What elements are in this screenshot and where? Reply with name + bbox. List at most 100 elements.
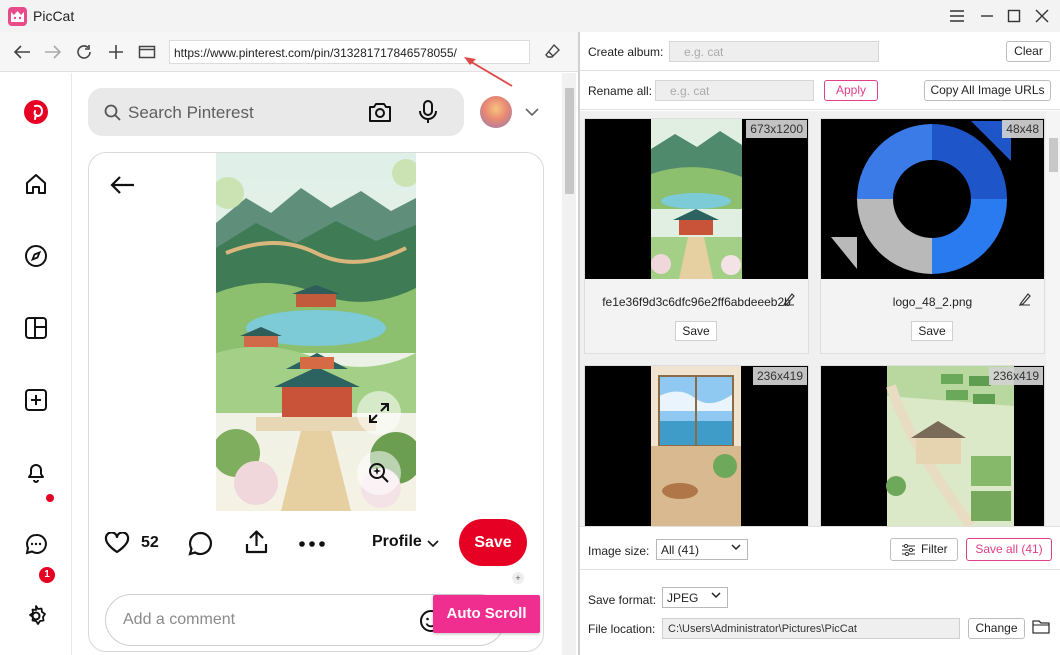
- save-format-select[interactable]: JPEG: [662, 587, 728, 608]
- visual-search-lens-icon[interactable]: [357, 451, 401, 495]
- image-dimensions: 236x419: [752, 367, 807, 385]
- tabs-icon[interactable]: [136, 41, 158, 63]
- divider: [580, 569, 1060, 570]
- edit-filename-icon[interactable]: [783, 292, 795, 306]
- file-location-label: File location:: [588, 622, 656, 636]
- filter-icon: [902, 544, 915, 556]
- expand-toggle-icon[interactable]: +: [512, 572, 524, 584]
- divider: [580, 526, 1060, 527]
- annotation-arrow: [464, 57, 513, 87]
- edit-filename-icon[interactable]: [1019, 292, 1031, 306]
- filter-label: Filter: [921, 542, 948, 556]
- messages-badge: 1: [39, 567, 55, 583]
- back-arrow-icon[interactable]: [109, 175, 135, 195]
- rename-all-label: Rename all:: [588, 84, 653, 98]
- image-thumbnail[interactable]: [821, 119, 1044, 279]
- boards-icon[interactable]: [21, 313, 51, 343]
- notification-dot: [46, 494, 54, 502]
- comment-icon[interactable]: [188, 531, 213, 556]
- image-tile[interactable]: 48x48 logo_48_2.png Save: [820, 118, 1045, 354]
- pin-actions: 52 Profile Save: [89, 515, 543, 571]
- image-thumbnail[interactable]: [821, 366, 1044, 526]
- save-format-value: JPEG: [667, 591, 699, 605]
- pin-card: 52 Profile Save Add a comment: [88, 152, 544, 652]
- home-icon[interactable]: [21, 169, 51, 199]
- microphone-icon[interactable]: [418, 99, 438, 125]
- explore-icon[interactable]: [21, 241, 51, 271]
- create-album-label: Create album:: [588, 45, 664, 59]
- image-size-select[interactable]: All (41): [656, 539, 748, 560]
- image-dimensions: 48x48: [1002, 120, 1043, 138]
- reload-icon[interactable]: [73, 41, 95, 63]
- minimize-icon[interactable]: [976, 6, 998, 26]
- piccat-logo-icon: [8, 7, 27, 26]
- profile-dropdown[interactable]: Profile: [372, 533, 422, 551]
- pinterest-search-input[interactable]: Search Pinterest: [88, 88, 464, 136]
- change-location-button[interactable]: Change: [968, 618, 1025, 639]
- image-filename: fe1e36f9d3c6dfc96e2ff6abdeeeb2b: [585, 295, 808, 309]
- apply-button[interactable]: Apply: [824, 80, 878, 101]
- image-dimensions: 673x1200: [746, 120, 807, 138]
- new-tab-icon[interactable]: [105, 41, 127, 63]
- image-dimensions: 236x419: [988, 367, 1043, 385]
- image-grid: 673x1200 fe1e36f9d3c6dfc96e2ff6abdeeeb2b…: [580, 111, 1060, 526]
- image-filename-text: fe1e36f9d3c6dfc96e2ff6abdeeeb2b: [602, 295, 791, 309]
- save-format-label: Save format:: [588, 593, 657, 607]
- menu-icon[interactable]: [946, 6, 968, 26]
- filter-button[interactable]: Filter: [890, 538, 958, 561]
- create-icon[interactable]: [21, 385, 51, 415]
- messages-icon[interactable]: [21, 529, 51, 559]
- share-icon[interactable]: [244, 529, 269, 555]
- image-tile[interactable]: 673x1200 fe1e36f9d3c6dfc96e2ff6abdeeeb2b…: [584, 118, 809, 354]
- search-placeholder: Search Pinterest: [128, 103, 254, 122]
- image-save-button[interactable]: Save: [675, 321, 717, 341]
- heart-icon[interactable]: [104, 532, 130, 554]
- piccat-app: PicCat https://www.pinterest.com/pin/313…: [0, 0, 1060, 655]
- auto-scroll-button[interactable]: Auto Scroll: [433, 595, 540, 633]
- image-thumbnail[interactable]: [585, 366, 808, 526]
- clear-button[interactable]: Clear: [1006, 41, 1051, 62]
- comment-placeholder: Add a comment: [123, 611, 236, 628]
- open-folder-icon[interactable]: [1032, 619, 1050, 634]
- divider: [580, 109, 1060, 110]
- image-grid-scroll-thumb[interactable]: [1049, 138, 1058, 172]
- image-size-label: Image size:: [588, 544, 650, 558]
- pinterest-logo-icon[interactable]: [21, 97, 51, 127]
- close-icon[interactable]: [1031, 6, 1053, 26]
- image-tile[interactable]: 236x419: [820, 365, 1045, 526]
- image-tile[interactable]: 236x419: [584, 365, 809, 526]
- image-filename: logo_48_2.png: [821, 295, 1044, 309]
- browser-scrollbar[interactable]: [562, 73, 576, 655]
- more-options-icon[interactable]: [299, 541, 325, 547]
- image-grid-scrollbar[interactable]: [1046, 111, 1060, 526]
- back-icon[interactable]: [11, 41, 33, 63]
- image-filename-text: logo_48_2.png: [892, 295, 973, 309]
- clear-cache-icon[interactable]: [542, 41, 564, 63]
- image-size-value: All (41): [661, 543, 700, 557]
- pinterest-sidebar: 1: [0, 73, 72, 655]
- browser-pane: https://www.pinterest.com/pin/3132817178…: [0, 32, 578, 655]
- account-chevron-down-icon[interactable]: [525, 108, 539, 117]
- save-all-button[interactable]: Save all (41): [966, 538, 1052, 561]
- maximize-icon[interactable]: [1003, 6, 1025, 26]
- title-bar: PicCat: [0, 0, 1060, 32]
- settings-icon[interactable]: [21, 601, 51, 631]
- expand-icon[interactable]: [357, 391, 401, 435]
- like-count: 52: [141, 534, 159, 551]
- create-album-input[interactable]: e.g. cat: [669, 41, 879, 62]
- chevron-down-icon: [711, 592, 721, 599]
- copy-urls-button[interactable]: Copy All Image URLs: [924, 80, 1051, 101]
- chevron-down-icon: [731, 544, 741, 551]
- notifications-icon[interactable]: [21, 457, 51, 487]
- pin-save-button[interactable]: Save: [459, 519, 527, 566]
- profile-chevron-down-icon[interactable]: [427, 540, 439, 548]
- visual-search-icon[interactable]: [367, 100, 393, 124]
- piccat-panel: Create album: e.g. cat Clear Rename all:…: [580, 32, 1060, 655]
- image-thumbnail[interactable]: [585, 119, 808, 279]
- file-location-input[interactable]: C:\Users\Administrator\Pictures\PicCat: [662, 618, 960, 639]
- rename-all-input[interactable]: e.g. cat: [655, 80, 814, 101]
- avatar[interactable]: [480, 96, 512, 128]
- image-save-button[interactable]: Save: [911, 321, 953, 341]
- forward-icon[interactable]: [42, 41, 64, 63]
- browser-scroll-thumb[interactable]: [565, 88, 574, 194]
